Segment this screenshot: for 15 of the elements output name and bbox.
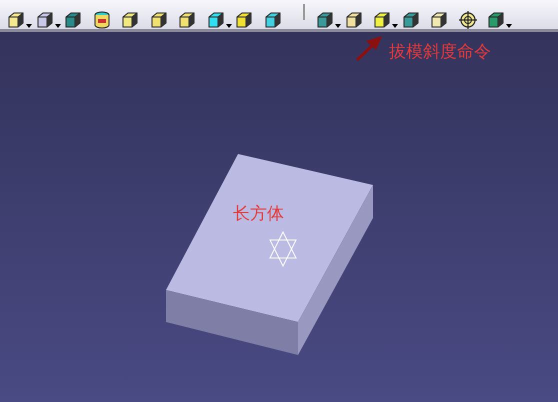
- block-icon[interactable]: [372, 10, 392, 30]
- arrow: [356, 36, 382, 62]
- crosshair-icon[interactable]: [458, 10, 478, 30]
- axis-star-icon: [269, 230, 297, 268]
- caret-icon[interactable]: [392, 24, 398, 28]
- callout-label: 拔模斜度命令: [389, 41, 491, 63]
- caret-icon[interactable]: [506, 24, 512, 28]
- cube-icon[interactable]: [206, 10, 226, 30]
- caret-icon[interactable]: [54, 24, 60, 28]
- caret-icon[interactable]: [226, 24, 232, 28]
- cylinder-icon[interactable]: [92, 10, 112, 30]
- caret-icon[interactable]: [26, 24, 32, 28]
- box-label: 长方体: [233, 203, 284, 225]
- caret-icon[interactable]: [335, 24, 341, 28]
- box-icon[interactable]: [486, 10, 506, 30]
